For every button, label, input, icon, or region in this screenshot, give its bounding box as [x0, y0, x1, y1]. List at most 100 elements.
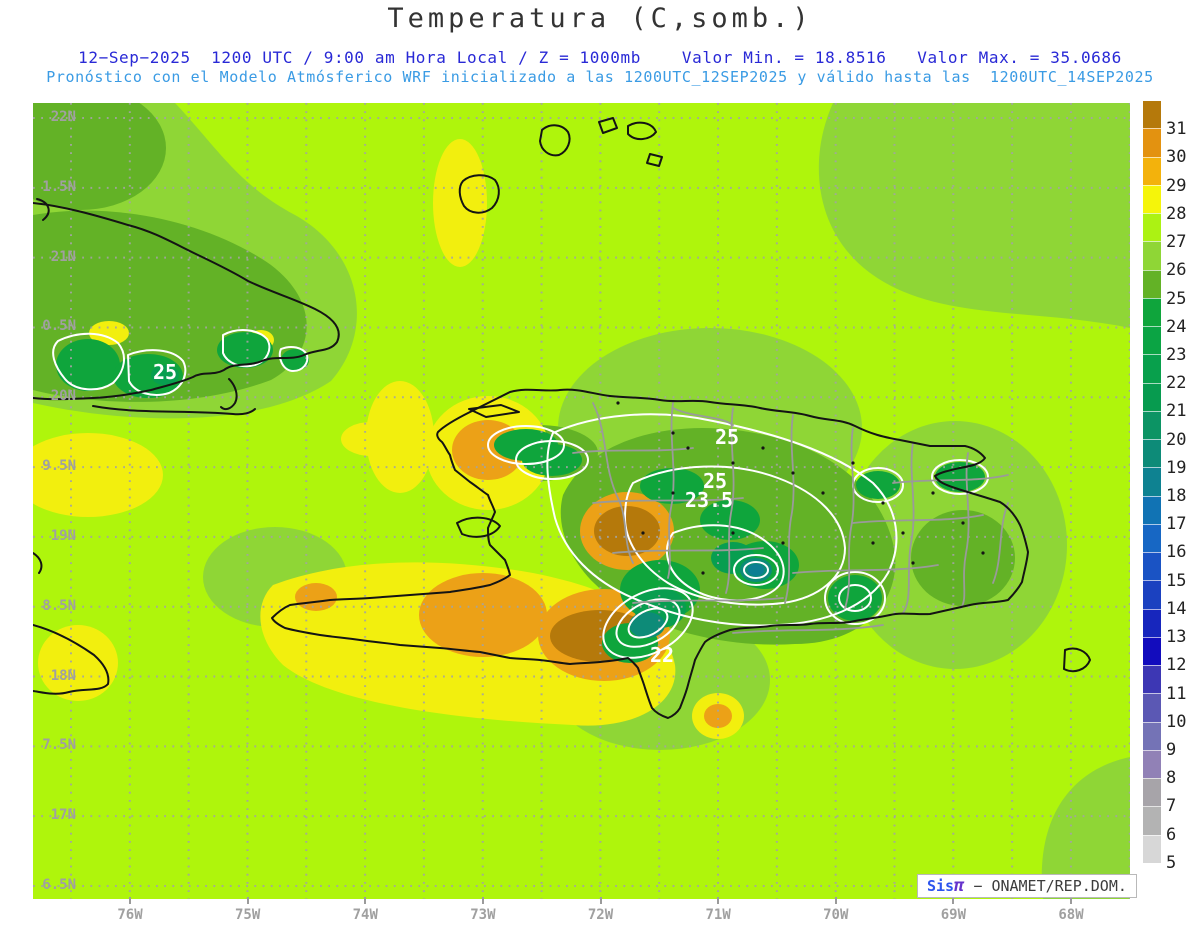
colorbar-segment	[1143, 354, 1161, 383]
lon-tick-mark	[599, 897, 602, 904]
colorbar-segment	[1143, 410, 1161, 439]
colorbar-segment	[1143, 834, 1161, 863]
colorbar-tick-label: 5	[1166, 852, 1177, 873]
temperature-contour-map: 25252523.522	[33, 103, 1130, 899]
watermark-org: ONAMET/REP.DOM.	[991, 877, 1127, 895]
colorbar-tick-label: 31	[1166, 119, 1187, 140]
colorbar-segment	[1143, 184, 1161, 213]
lat-tick-label: 1.5N	[42, 178, 76, 195]
colorbar-tick-label: 29	[1166, 175, 1187, 196]
colorbar-tick-label: 25	[1166, 288, 1187, 309]
colorbar-segment	[1143, 156, 1161, 185]
colorbar-segment	[1143, 439, 1161, 468]
colorbar-tick-label: 6	[1166, 824, 1177, 845]
colorbar-tick-label: 17	[1166, 514, 1187, 535]
colorbar-tick-label: 14	[1166, 598, 1187, 619]
colorbar-tick-label: 8	[1166, 768, 1177, 789]
lon-tick-label: 72W	[587, 907, 614, 923]
lat-tick-label: 18N	[50, 667, 76, 684]
lon-tick-mark	[246, 897, 249, 904]
lat-tick-label: 17N	[50, 807, 76, 824]
colorbar-segment	[1143, 326, 1161, 355]
lon-tick-mark	[129, 897, 131, 904]
lon-tick-label: 75W	[234, 907, 261, 923]
lon-tick-mark	[481, 897, 484, 904]
colorbar-segment	[1143, 862, 1161, 891]
colorbar-tick-label: 12	[1166, 655, 1187, 676]
lon-tick-label: 76W	[117, 907, 143, 923]
lon-tick-label: 68W	[1058, 907, 1084, 923]
watermark-box: Sis π − ONAMET/REP.DOM.	[917, 874, 1137, 898]
colorbar-tick-label: 13	[1166, 627, 1187, 648]
temperature-field	[33, 103, 1130, 899]
colorbar-segment	[1143, 693, 1161, 722]
colorbar-segment	[1143, 467, 1161, 496]
colorbar-segment	[1143, 721, 1161, 750]
colorbar-tick-label: 23	[1166, 344, 1187, 365]
weather-chart-page: Temperatura (C,somb.) 12−Sep−2025 1200 U…	[0, 0, 1200, 927]
watermark-separator: −	[964, 877, 992, 895]
colorbar-segment	[1143, 269, 1161, 298]
lon-tick-mark	[717, 897, 720, 904]
colorbar-tick-label: 9	[1166, 739, 1177, 760]
colorbar-tick-label: 16	[1166, 542, 1187, 563]
colorbar-segment	[1143, 213, 1161, 242]
colorbar-segment	[1143, 749, 1161, 778]
colorbar-tick-label: 27	[1166, 232, 1187, 253]
lon-tick-label: 74W	[352, 907, 378, 923]
lat-tick-label: 21N	[50, 248, 76, 265]
colorbar-segment	[1143, 495, 1161, 524]
colorbar-segment	[1143, 665, 1161, 694]
lon-tick-label: 73W	[470, 907, 496, 923]
contour-label: 25	[715, 425, 739, 449]
colorbar-segment	[1143, 608, 1161, 637]
colorbar-tick-label: 7	[1166, 796, 1177, 817]
subtitle-run-info: 12−Sep−2025 1200 UTC / 9:00 am Hora Loca…	[78, 48, 1122, 67]
colorbar-segment	[1143, 101, 1161, 129]
colorbar-tick-label: 19	[1166, 457, 1187, 478]
colorbar-segment	[1143, 552, 1161, 581]
lat-tick-label: 0.5N	[42, 318, 76, 335]
page-title: Temperatura (C,somb.)	[387, 3, 813, 34]
temperature-colorbar	[1143, 101, 1161, 891]
lon-tick-mark	[364, 897, 367, 904]
lat-tick-label: 6.5N	[42, 876, 76, 893]
lon-tick-mark	[1070, 897, 1072, 904]
lon-tick-mark	[952, 897, 955, 904]
colorbar-tick-label: 20	[1166, 429, 1187, 450]
colorbar-tick-label: 26	[1166, 260, 1187, 281]
colorbar-tick-label: 18	[1166, 486, 1187, 506]
lat-tick-label: 19N	[50, 527, 76, 544]
colorbar-tick-label: 21	[1166, 401, 1187, 422]
colorbar-tick-label: 24	[1166, 316, 1187, 337]
watermark-brand: Sis	[927, 877, 955, 895]
colorbar-tick-label: 10	[1166, 711, 1187, 732]
colorbar-tick-label: 22	[1166, 373, 1187, 394]
contour-label: 22	[650, 643, 674, 667]
colorbar-segment	[1143, 523, 1161, 552]
pi-symbol: π	[954, 876, 965, 896]
colorbar-segment	[1143, 806, 1161, 835]
colorbar-segment	[1143, 241, 1161, 270]
lon-tick-label: 69W	[940, 907, 967, 923]
colorbar-segment	[1143, 297, 1161, 326]
contour-label: 23.5	[685, 488, 733, 512]
colorbar-segment	[1143, 778, 1161, 807]
lat-tick-label: 7.5N	[42, 737, 76, 754]
lat-tick-label: 22N	[50, 109, 76, 125]
lon-tick-label: 71W	[705, 907, 731, 923]
colorbar-segment	[1143, 636, 1161, 665]
lat-tick-label: 9.5N	[42, 458, 76, 475]
contour-label: 25	[153, 360, 177, 384]
colorbar-segment	[1143, 128, 1161, 157]
colorbar-tick-label: 28	[1166, 203, 1187, 224]
lat-tick-label: 20N	[50, 388, 76, 405]
lat-tick-label: 8.5N	[42, 597, 76, 614]
colorbar-tick-label: 15	[1166, 570, 1187, 591]
lon-tick-label: 70W	[823, 907, 849, 923]
colorbar-tick-label: 11	[1166, 683, 1187, 704]
colorbar-tick-label: 30	[1166, 147, 1187, 168]
colorbar-segment	[1143, 382, 1161, 411]
subtitle-model-info: Pronóstico con el Modelo Atmósferico WRF…	[46, 68, 1154, 86]
lon-tick-mark	[834, 897, 837, 904]
